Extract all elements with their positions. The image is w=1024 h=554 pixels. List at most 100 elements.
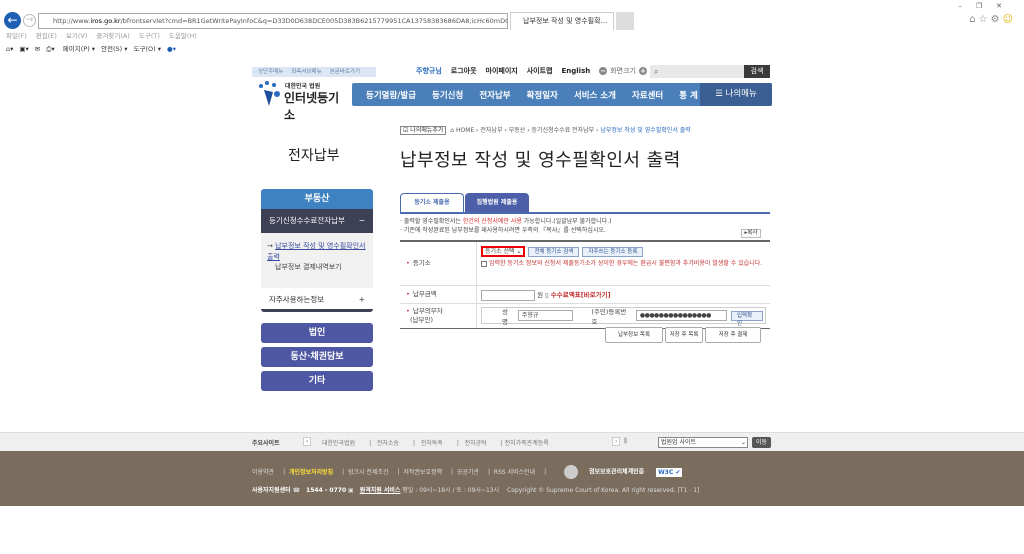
- tab-divider: [400, 212, 770, 214]
- home-star-gear-icons[interactable]: ⌂☆⚙☺: [969, 14, 1016, 25]
- payment-form: • 등기소 등기소 선택 ⌄ 전체 등기소 검색 자주쓰는 등기소 등록 입력한 등기…: [400, 240, 770, 329]
- site-link[interactable]: 전자가족관계등록: [505, 440, 549, 447]
- sidebar-submenu: → 납부정보 작성 및 영수필확인서 출력 납부정보 결제내역보기: [261, 233, 373, 288]
- breadcrumb-item[interactable]: 부동산: [509, 127, 526, 134]
- menu-help[interactable]: 도움말(H): [169, 32, 197, 40]
- mail-icon[interactable]: ✉: [35, 45, 40, 53]
- pause-icon[interactable]: ǁ: [624, 437, 627, 444]
- breadcrumb-item[interactable]: 등기신청수수료 전자납부: [532, 127, 595, 134]
- registry-select[interactable]: 등기소 선택 ⌄: [481, 246, 526, 257]
- close-tab-icon[interactable]: ×: [613, 17, 614, 25]
- amount-input[interactable]: [481, 289, 535, 301]
- next-icon[interactable]: ›: [612, 437, 621, 446]
- forward-button[interactable]: →: [23, 14, 36, 27]
- sitemap-link[interactable]: 사이트맵: [527, 67, 553, 75]
- amount-row: • 납부금액 원 ▯ 수수료액표[바로가기]: [400, 286, 770, 304]
- window-controls[interactable]: –❐✕: [958, 2, 1016, 10]
- address-bar[interactable]: http://www.iros.go.kr/bfrontservlet?cmd=…: [38, 13, 508, 29]
- zoom-out-icon[interactable]: −: [599, 67, 608, 75]
- save-list-button[interactable]: 저장 후 목록: [665, 327, 703, 343]
- search-button[interactable]: 검색: [744, 65, 770, 78]
- breadcrumb-item[interactable]: 전자납부: [480, 127, 502, 134]
- copy-button[interactable]: ▸복사: [741, 229, 761, 238]
- search-input[interactable]: ⌕: [650, 65, 744, 78]
- prev-icon[interactable]: ‹: [303, 437, 312, 446]
- fee-table-link[interactable]: 수수료액표[바로가기]: [551, 291, 611, 299]
- nav-apply[interactable]: 등기신청: [424, 89, 471, 101]
- sidebar-frequent[interactable]: 자주사용하는정보 +: [261, 288, 373, 312]
- my-menu-button[interactable]: ☰ 나의메뉴: [700, 83, 772, 106]
- collapse-icon[interactable]: −: [359, 209, 365, 233]
- nav-fixed-date[interactable]: 확정일자: [519, 89, 566, 101]
- agree-checkbox[interactable]: [481, 260, 487, 267]
- remote-support-link[interactable]: 원격지원 서비스: [360, 487, 401, 494]
- menu-bar: 파일(F) 편집(E) 보기(V) 즐겨찾기(A) 도구(T) 도움말(H): [6, 30, 206, 40]
- nav-epay[interactable]: 전자납부: [471, 89, 518, 101]
- page-menu[interactable]: 페이지(P) ▾: [63, 45, 95, 53]
- payment-list-button[interactable]: 납부정보 목록: [605, 327, 663, 343]
- frequent-registry-button[interactable]: 자주쓰는 등기소 등록: [582, 247, 644, 257]
- confirm-input-button[interactable]: 입력확인: [730, 310, 763, 327]
- mypage-link[interactable]: 마이페이지: [486, 67, 518, 75]
- menu-edit[interactable]: 편집(E): [36, 32, 57, 40]
- id-number-input[interactable]: ●●●●●●●●●●●●●●●: [635, 310, 727, 321]
- breadcrumb-item[interactable]: HOME: [456, 127, 474, 134]
- sidebar-sub-active[interactable]: → 납부정보 작성 및 영수필확인서 출력: [267, 241, 367, 262]
- site-link[interactable]: 전자독촉: [421, 440, 443, 447]
- add-my-menu-button[interactable]: ☑ 나의메뉴추가: [400, 126, 447, 135]
- nav-resources[interactable]: 자료센터: [624, 89, 671, 101]
- site-link[interactable]: 대한민국법원: [322, 440, 355, 447]
- back-button[interactable]: ←: [4, 12, 21, 29]
- go-button[interactable]: 이동: [752, 437, 771, 448]
- menu-tools[interactable]: 도구(T): [139, 32, 160, 40]
- site-link[interactable]: 전자소송: [377, 440, 399, 447]
- menu-view[interactable]: 보기(V): [66, 32, 87, 40]
- sidebar-etc[interactable]: 기타: [261, 371, 373, 391]
- chevron-down-icon: ⌄: [516, 248, 522, 255]
- skip-links: 상단주메뉴 좌측서브메뉴 본문바로가기: [252, 67, 376, 77]
- major-sites-bar: 주요사이트 ‹ 대한민국법원 | 전자소송 | 전자독촉 | 전자공탁 | 전자가족관계…: [0, 432, 1024, 451]
- menu-favorites[interactable]: 즐겨찾기(A): [96, 32, 129, 40]
- print-icon[interactable]: ⎙▾: [46, 45, 54, 53]
- sidebar-fee-payment[interactable]: 등기신청수수료전자납부 −: [261, 209, 373, 233]
- skip-link[interactable]: 상단주메뉴: [258, 69, 283, 75]
- nav-view-issue[interactable]: 등기열람/발급: [358, 89, 424, 101]
- footer-link[interactable]: 저작권보호정책: [403, 469, 442, 476]
- sidebar-movable[interactable]: 동산·채권담보: [261, 347, 373, 367]
- zoom-in-icon[interactable]: +: [639, 67, 647, 75]
- browser-tab[interactable]: 납부정보 작성 및 영수필확... ×: [510, 12, 614, 30]
- tab-court[interactable]: 집행법원 제출용: [465, 193, 529, 213]
- footer-link[interactable]: 개인정보처리방침: [289, 469, 333, 476]
- safety-menu[interactable]: 안전(S) ▾: [101, 45, 128, 53]
- skip-link[interactable]: 본문바로가기: [330, 69, 360, 75]
- expand-icon[interactable]: +: [359, 288, 365, 312]
- english-link[interactable]: English: [562, 67, 591, 75]
- footer-link[interactable]: 링크시 전제조건: [348, 469, 389, 476]
- all-registry-search-button[interactable]: 전체 등기소 검색: [528, 247, 580, 257]
- sidebar-corp[interactable]: 법인: [261, 323, 373, 343]
- home-icon[interactable]: ⌂▾: [6, 45, 13, 53]
- feed-icon[interactable]: ▣▾: [19, 45, 28, 53]
- chevron-down-icon: ⌄: [740, 439, 746, 446]
- sidebar-sub-history[interactable]: 납부정보 결제내역보기: [267, 262, 367, 273]
- skip-link[interactable]: 좌측서브메뉴: [291, 69, 321, 75]
- name-input[interactable]: 주향규: [517, 310, 574, 321]
- main-nav: 등기열람/발급 등기신청 전자납부 확정일자 서비스 소개 자료센터 통 계 ☰ 나의메뉴: [352, 83, 772, 106]
- hamburger-icon: ☰: [715, 89, 726, 99]
- logout-link[interactable]: 로그아웃: [451, 67, 477, 75]
- site-logo[interactable]: 대한민국 법원 인터넷등기소: [255, 80, 350, 122]
- tools-menu[interactable]: 도구(O) ▾: [134, 45, 161, 53]
- help-icon[interactable]: ●▾: [167, 45, 176, 53]
- tab-registry[interactable]: 등기소 제출용: [400, 193, 464, 213]
- court-site-select[interactable]: 법원업 사이트 ⌄: [658, 437, 748, 448]
- sidebar-real-estate[interactable]: 부동산: [261, 189, 373, 210]
- save-pay-button[interactable]: 저장 후 결제: [705, 327, 761, 343]
- isms-badge-icon: [564, 465, 579, 479]
- site-link[interactable]: 전자공탁: [465, 440, 487, 447]
- new-tab-button[interactable]: [616, 12, 634, 30]
- footer-link[interactable]: 이용약관: [252, 469, 274, 476]
- nav-service[interactable]: 서비스 소개: [566, 89, 624, 101]
- footer-link[interactable]: RSS 서비스안내: [494, 469, 535, 476]
- footer-link[interactable]: 공공기관: [457, 469, 479, 476]
- menu-file[interactable]: 파일(F): [6, 32, 27, 40]
